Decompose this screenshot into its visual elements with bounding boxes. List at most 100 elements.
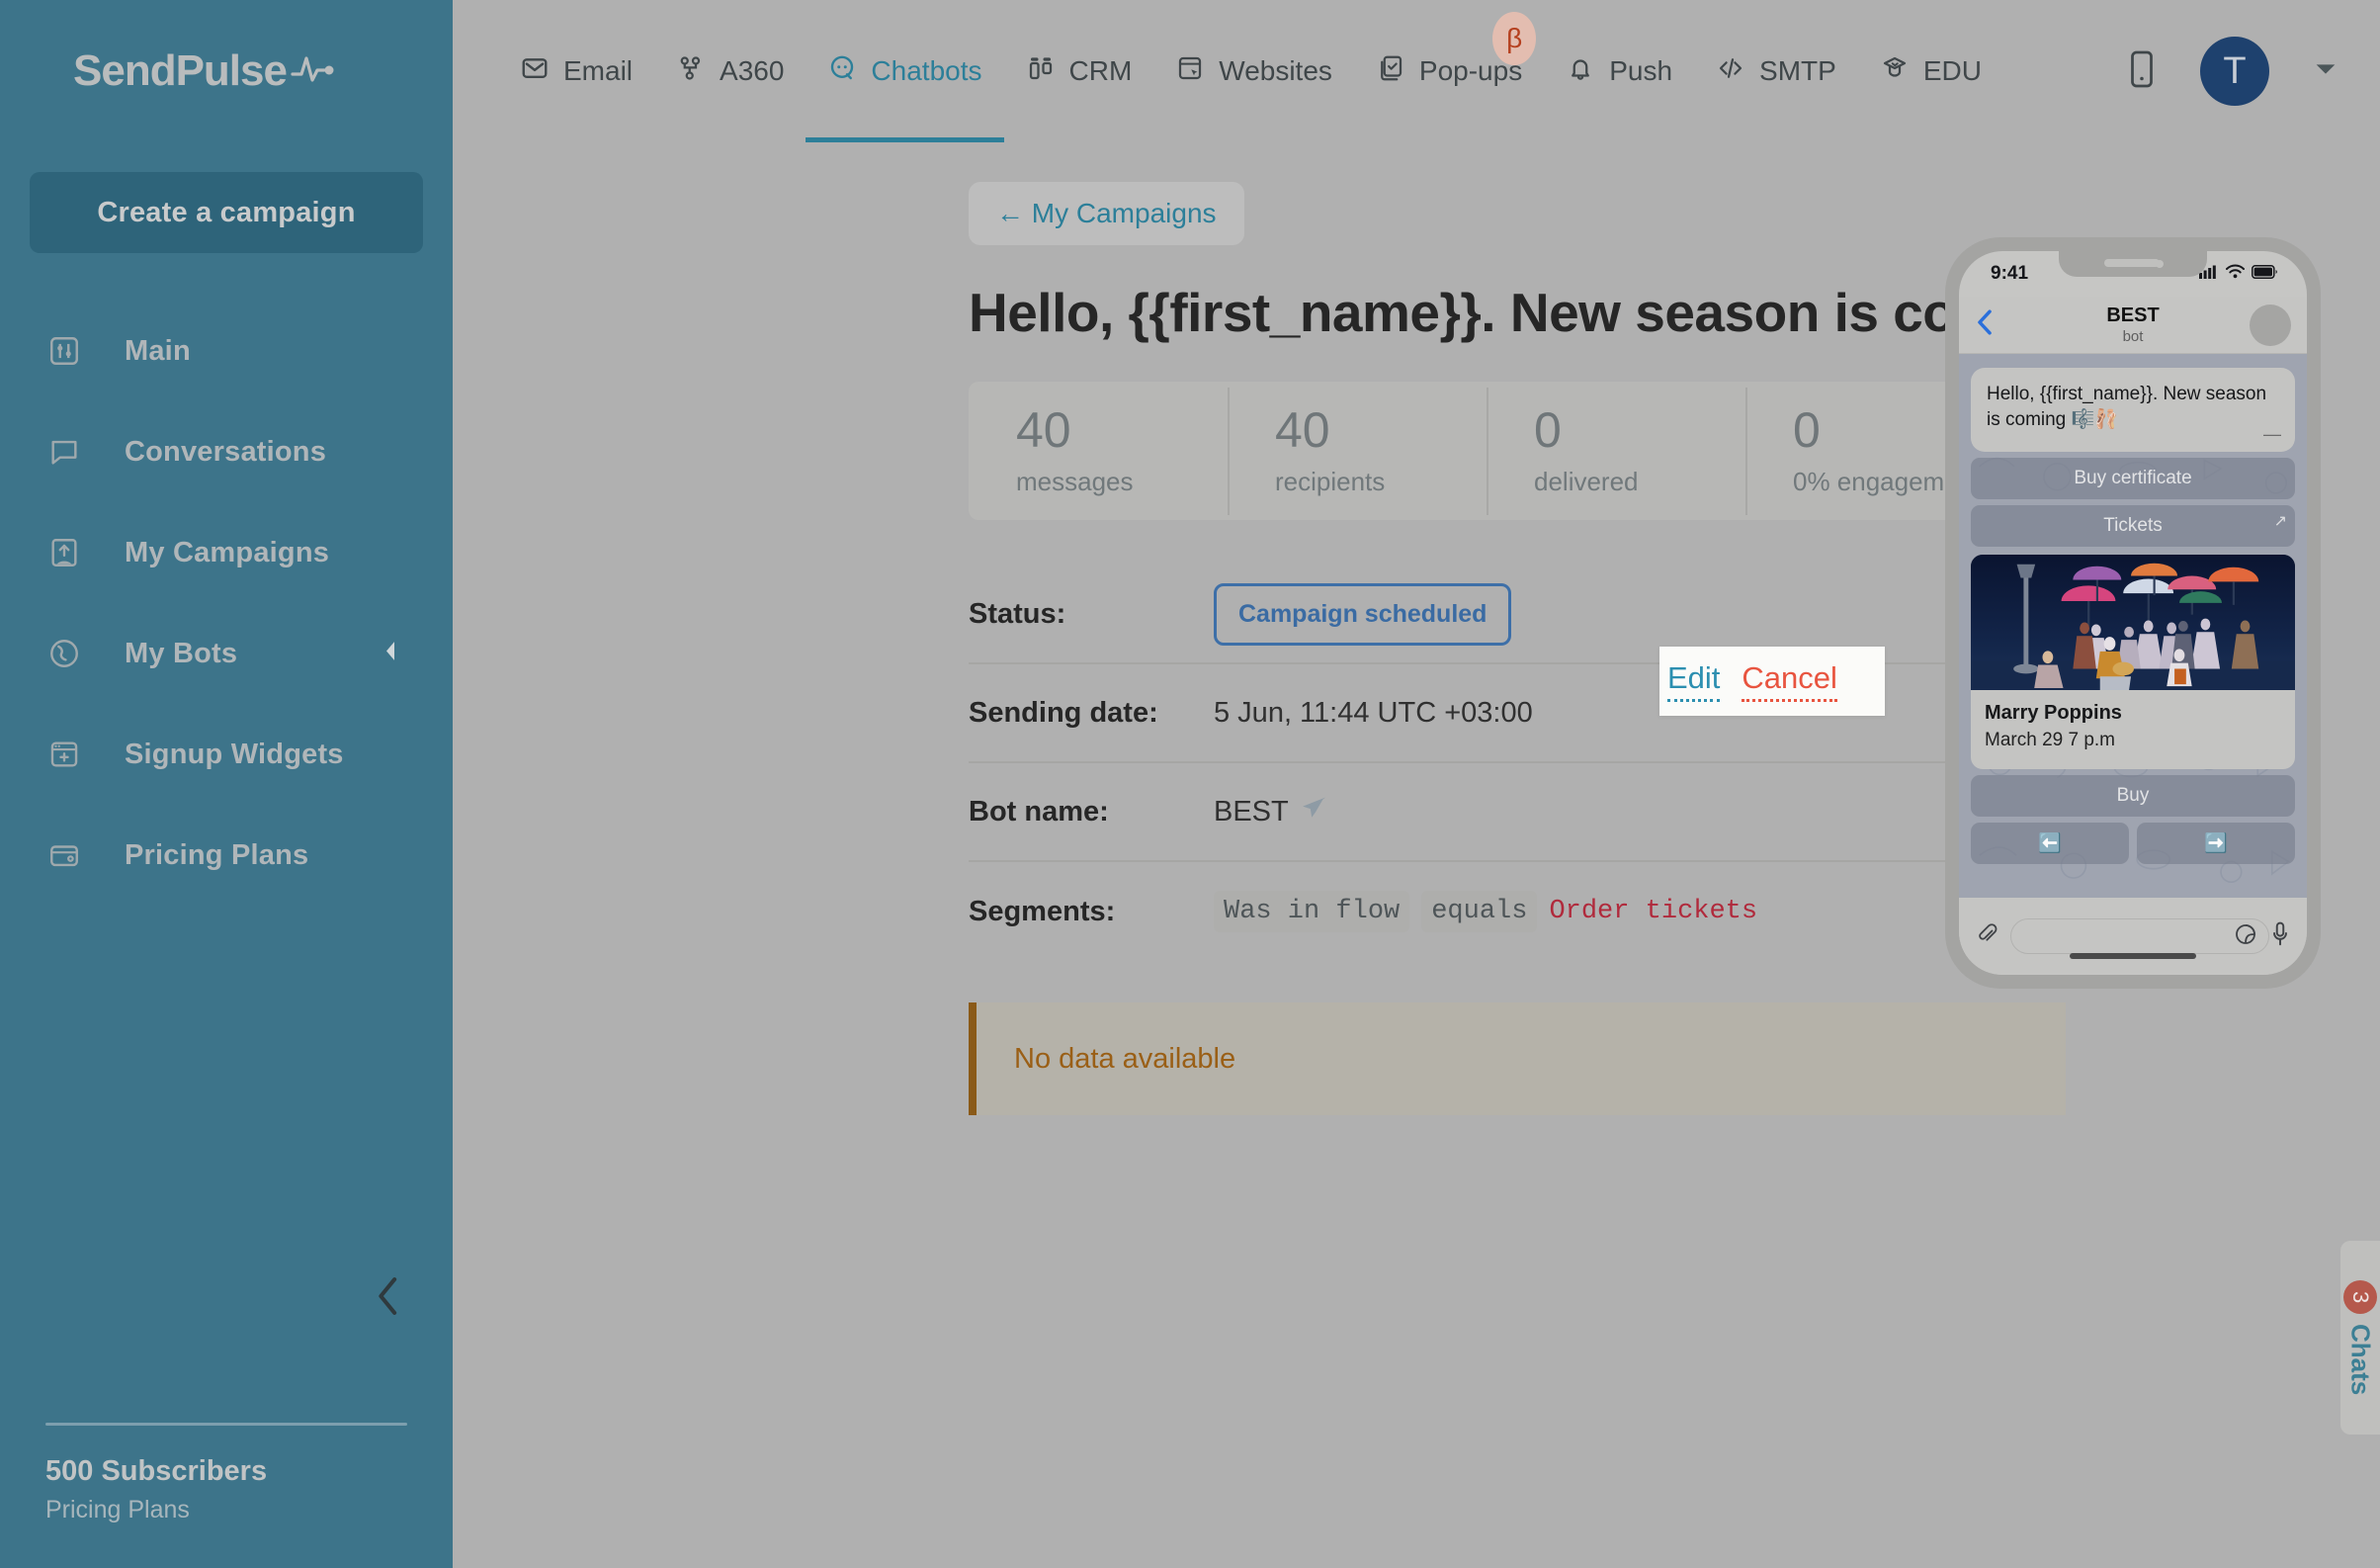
- sidebar-item-label: Pricing Plans: [125, 838, 309, 871]
- pulse-icon: [291, 54, 336, 89]
- chats-badge: 3: [2343, 1279, 2377, 1314]
- mobile-phone-icon[interactable]: [2129, 50, 2155, 93]
- breadcrumb[interactable]: ← My Campaigns: [969, 182, 1244, 245]
- tab-label: Chatbots: [871, 55, 982, 86]
- sidebar-item-conversations[interactable]: Conversations: [0, 401, 453, 502]
- message-status-icon: —: [2263, 423, 2281, 444]
- row-value: Was in flow equals Order tickets: [1214, 891, 1757, 932]
- collapse-sidebar-button[interactable]: [376, 1276, 401, 1321]
- status-badge[interactable]: Campaign scheduled: [1214, 582, 1512, 646]
- segment-operator: equals: [1421, 891, 1538, 932]
- chats-widget[interactable]: 3 Chats: [2340, 1241, 2380, 1435]
- chatbot-icon: [827, 53, 857, 90]
- chevron-left-icon[interactable]: [382, 640, 399, 668]
- row-key: Status:: [969, 597, 1066, 630]
- tab-edu[interactable]: EDU: [1858, 0, 2003, 142]
- message-input[interactable]: [2010, 918, 2269, 954]
- tab-label: SMTP: [1759, 55, 1836, 86]
- edit-link[interactable]: Edit: [1667, 660, 1721, 702]
- chat-button-buy-certificate[interactable]: Buy certificate: [1971, 458, 2295, 500]
- sidebar-item-signup-widgets[interactable]: Signup Widgets: [0, 704, 453, 805]
- stat-messages: 40 messages: [969, 405, 1228, 497]
- envelope-icon: [520, 53, 550, 90]
- chats-label: Chats: [2345, 1323, 2376, 1396]
- paperclip-icon[interactable]: [1975, 922, 1998, 951]
- chevron-down-icon[interactable]: [2315, 62, 2337, 81]
- segment-field: Was in flow: [1214, 891, 1410, 932]
- sidebar-item-label: Main: [125, 334, 191, 367]
- sidebar-nav: Main Conversations My Campaigns My Bots: [0, 301, 453, 906]
- top-navigation: Email A360 Chatbots CRM Websites Pop-ups: [453, 0, 2380, 142]
- row-segments: Segments: Was in flow equals Order ticke…: [969, 862, 2066, 961]
- chat-button-tickets[interactable]: Tickets ↗: [1971, 505, 2295, 548]
- stat-label: recipients: [1275, 466, 1386, 496]
- content-area: Email A360 Chatbots CRM Websites Pop-ups: [453, 0, 2380, 1568]
- tab-email[interactable]: Email: [498, 0, 654, 142]
- speaker-bar-icon: [2104, 259, 2160, 267]
- widget-plus-icon: [47, 738, 97, 771]
- topnav-right-group: T: [2129, 0, 2337, 142]
- battery-icon: [2252, 263, 2277, 285]
- crm-board-icon: [1026, 53, 1056, 90]
- no-data-alert: No data available: [969, 1002, 2066, 1115]
- tab-crm[interactable]: CRM: [1004, 0, 1154, 142]
- button-label: Tickets: [2103, 515, 2163, 537]
- chat-avatar[interactable]: [2250, 305, 2291, 346]
- row-bot-name: Bot name: BEST: [969, 763, 2066, 862]
- card-meta: Marry Poppins March 29 7 p.m: [1971, 690, 2295, 769]
- button-label: Buy: [2116, 785, 2150, 807]
- tab-push[interactable]: Push: [1544, 0, 1694, 142]
- sidebar-item-label: Conversations: [125, 435, 327, 468]
- left-arrow-emoji: ⬅️: [2038, 833, 2062, 855]
- popup-icon: [1376, 53, 1405, 90]
- phone-time: 9:41: [1991, 263, 2029, 284]
- create-campaign-button[interactable]: Create a campaign: [30, 172, 423, 253]
- camera-dot-icon: [2156, 260, 2164, 268]
- upload-box-icon: [47, 536, 97, 569]
- automation-icon: [676, 53, 706, 90]
- stat-delivered: 0 delivered: [1487, 387, 1745, 515]
- sliders-icon: [47, 334, 97, 368]
- row-key: Sending date:: [969, 696, 1158, 729]
- card-image: [1971, 555, 2295, 691]
- status-actions-popup: Edit Cancel: [1659, 647, 1885, 716]
- tab-a360[interactable]: A360: [654, 0, 806, 142]
- tab-chatbots[interactable]: Chatbots: [806, 0, 1004, 142]
- tab-label: A360: [720, 55, 785, 86]
- row-value: 5 Jun, 11:44 UTC +03:00: [1214, 696, 1533, 729]
- sidebar: SendPulse Create a campaign Main Convers…: [0, 0, 453, 1568]
- sidebar-item-main[interactable]: Main: [0, 301, 453, 401]
- tab-smtp[interactable]: SMTP: [1694, 0, 1858, 142]
- cancel-link[interactable]: Cancel: [1742, 660, 1837, 702]
- telegram-icon: [1301, 795, 1328, 828]
- wallet-icon: [47, 838, 97, 872]
- bot-name-text: BEST: [1214, 795, 1289, 828]
- microphone-icon[interactable]: [2269, 921, 2291, 952]
- row-value: BEST: [1214, 795, 1328, 828]
- stat-label: messages: [1016, 466, 1134, 496]
- avatar[interactable]: T: [2200, 37, 2269, 106]
- home-indicator: [2070, 953, 2196, 959]
- chat-button-buy[interactable]: Buy: [1971, 775, 2295, 818]
- tab-popups[interactable]: Pop-ups β: [1354, 0, 1544, 142]
- bell-icon: [1566, 53, 1595, 90]
- sidebar-item-pricing-plans[interactable]: Pricing Plans: [0, 805, 453, 906]
- stats-panel: 40 messages 40 recipients 0 delivered 0 …: [969, 382, 2066, 520]
- sidebar-item-my-bots[interactable]: My Bots: [0, 603, 453, 704]
- row-key: Segments:: [969, 895, 1116, 927]
- card-date: March 29 7 p.m: [1985, 730, 2115, 751]
- tab-label: Websites: [1219, 55, 1332, 86]
- subscriber-count: 500 Subscribers: [45, 1455, 268, 1487]
- footer-pricing-link[interactable]: Pricing Plans: [45, 1496, 453, 1524]
- external-link-icon: ↗: [2273, 513, 2287, 531]
- chat-button-next[interactable]: ➡️: [2137, 823, 2295, 865]
- row-sending-date: Sending date: 5 Jun, 11:44 UTC +03:00: [969, 664, 2066, 763]
- sidebar-footer: 500 Subscribers Pricing Plans: [0, 1426, 453, 1568]
- sidebar-item-my-campaigns[interactable]: My Campaigns: [0, 502, 453, 603]
- logo[interactable]: SendPulse: [0, 0, 453, 142]
- sidebar-item-label: My Campaigns: [125, 536, 330, 568]
- website-icon: [1175, 53, 1205, 90]
- chat-button-prev[interactable]: ⬅️: [1971, 823, 2129, 865]
- tab-websites[interactable]: Websites: [1153, 0, 1354, 142]
